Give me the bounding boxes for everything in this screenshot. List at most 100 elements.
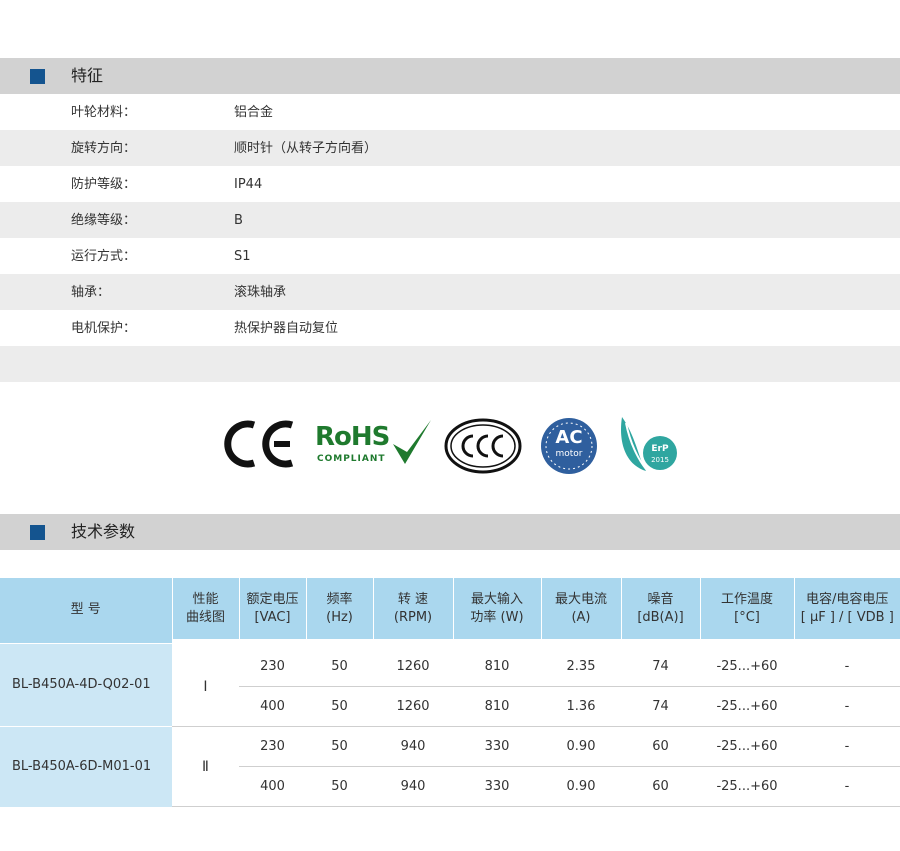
ccc-mark-icon — [444, 418, 522, 474]
header-power: 最大输入功率 (W) — [453, 578, 542, 643]
current-cell: 0.90 — [541, 766, 621, 807]
voltage-cell: 400 — [239, 686, 306, 727]
power-cell: 330 — [453, 726, 541, 767]
noise-cell: 60 — [621, 766, 700, 807]
speed-cell: 1260 — [373, 639, 453, 687]
section-marker-icon — [30, 69, 45, 84]
rohs-compliant-icon: RoHS COMPLIANT — [315, 418, 435, 474]
ac-motor-sub-text: motor — [555, 449, 583, 459]
header-capacitor: 电容/电容电压 [ μF ] / [ VDB ] — [794, 578, 900, 643]
current-cell: 0.90 — [541, 726, 621, 767]
erp-year-text: 2015 — [651, 456, 669, 464]
header-curve: 性能 曲线图 — [172, 578, 240, 643]
ac-motor-icon: AC motor — [540, 417, 598, 475]
checkmark-icon — [393, 420, 431, 464]
feature-value: B — [234, 213, 243, 228]
feature-row-impeller: 叶轮材料： 铝合金 — [0, 94, 900, 130]
temperature-cell: -25...+60 — [700, 639, 794, 687]
feature-row-blank — [0, 346, 900, 382]
rohs-text: RoHS — [315, 422, 390, 452]
feature-row-insulation: 绝缘等级： B — [0, 202, 900, 238]
power-cell: 330 — [453, 766, 541, 807]
noise-cell: 74 — [621, 686, 700, 727]
header-text: (Hz) — [326, 609, 353, 625]
frequency-cell: 50 — [306, 766, 373, 807]
temperature-cell: -25...+60 — [700, 766, 794, 807]
header-text: 性能 — [192, 591, 219, 607]
header-text: 频率 — [326, 591, 353, 607]
header-text: 最大电流 — [554, 591, 607, 607]
feature-value: 滚珠轴承 — [234, 285, 287, 300]
current-cell: 1.36 — [541, 686, 621, 727]
features-list: 叶轮材料： 铝合金 旋转方向： 顺时针（从转子方向看） 防护等级： IP44 绝… — [0, 94, 900, 382]
table-row: BL-B450A-4D-Q02-01 Ⅰ 230 50 1260 810 2.3… — [0, 639, 900, 727]
voltage-cell: 400 — [239, 766, 306, 807]
current-cell: 2.35 — [541, 639, 621, 687]
capacitor-cell: - — [794, 686, 900, 727]
header-text: 转 速 — [397, 591, 429, 607]
features-section-header: 特征 — [0, 58, 900, 94]
table-row: BL-B450A-6D-M01-01 Ⅱ 230 50 940 330 0.90… — [0, 726, 900, 807]
feature-row-rotation: 旋转方向： 顺时针（从转子方向看） — [0, 130, 900, 166]
header-text: [VAC] — [254, 609, 291, 625]
speed-cell: 1260 — [373, 686, 453, 727]
capacitor-cell: - — [794, 639, 900, 687]
certification-logos: RoHS COMPLIANT AC motor ErP 2015 — [0, 408, 900, 480]
header-voltage: 额定电压 [VAC] — [239, 578, 307, 643]
frequency-cell: 50 — [306, 639, 373, 687]
header-text: 额定电压 — [246, 591, 299, 607]
feature-label: 防护等级： — [71, 177, 137, 192]
features-section-title: 特征 — [71, 66, 104, 85]
feature-label: 运行方式： — [71, 249, 137, 264]
spec-section-title: 技术参数 — [71, 522, 136, 541]
header-model: 型 号 — [0, 578, 173, 643]
noise-cell: 60 — [621, 726, 700, 767]
capacitor-cell: - — [794, 766, 900, 807]
header-text: [ μF ] / [ VDB ] — [800, 609, 894, 625]
header-text: 型 号 — [70, 602, 101, 618]
feature-label: 轴承： — [71, 285, 111, 300]
feature-value: IP44 — [234, 177, 263, 192]
voltage-cell: 230 — [239, 726, 306, 767]
rohs-subtext: COMPLIANT — [317, 454, 386, 464]
section-marker-icon — [30, 525, 45, 540]
header-speed: 转 速 (RPM) — [373, 578, 454, 643]
temperature-cell: -25...+60 — [700, 686, 794, 727]
curve-cell: Ⅰ — [172, 639, 239, 727]
table-header-row: 型 号 性能曲线图 额定电压 [VAC] 频率 (Hz) 转 速 (RPM) 最大输入… — [0, 578, 900, 643]
speed-cell: 940 — [373, 766, 453, 807]
header-text: 曲线图 — [185, 609, 225, 625]
voltage-cell: 230 — [239, 639, 306, 687]
ac-motor-main-text: AC — [555, 427, 583, 448]
feature-label: 旋转方向： — [71, 141, 137, 156]
feature-value: 铝合金 — [234, 105, 274, 120]
feature-value: 顺时针（从转子方向看） — [234, 141, 378, 156]
frequency-cell: 50 — [306, 726, 373, 767]
header-frequency: 频率 (Hz) — [306, 578, 374, 643]
header-text: 噪音 — [647, 591, 674, 607]
header-text: 最大输入 — [470, 591, 523, 607]
model-name-cell: BL-B450A-4D-Q02-01 — [0, 642, 172, 727]
power-cell: 810 — [453, 686, 541, 727]
header-current: 最大电流 (A) — [541, 578, 622, 643]
feature-label: 电机保护： — [71, 321, 137, 336]
erp-main-text: ErP — [651, 444, 669, 454]
header-text: [°C] — [734, 609, 760, 625]
header-text: 功率 (W) — [470, 609, 524, 625]
feature-value: S1 — [234, 249, 251, 264]
capacitor-cell: - — [794, 726, 900, 767]
header-text: [dB(A)] — [637, 609, 684, 625]
speed-cell: 940 — [373, 726, 453, 767]
feature-row-duty: 运行方式： S1 — [0, 238, 900, 274]
feature-row-protection: 防护等级： IP44 — [0, 166, 900, 202]
feature-value: 热保护器自动复位 — [234, 321, 339, 336]
spec-table: 型 号 性能曲线图 额定电压 [VAC] 频率 (Hz) 转 速 (RPM) 最大输入… — [0, 578, 900, 807]
header-text: (RPM) — [393, 609, 433, 625]
erp-2015-icon: ErP 2015 — [616, 413, 678, 475]
noise-cell: 74 — [621, 639, 700, 687]
header-text: 电容/电容电压 — [806, 591, 889, 607]
power-cell: 810 — [453, 639, 541, 687]
feature-row-bearing: 轴承： 滚珠轴承 — [0, 274, 900, 310]
header-text: (A) — [571, 609, 591, 625]
frequency-cell: 50 — [306, 686, 373, 727]
